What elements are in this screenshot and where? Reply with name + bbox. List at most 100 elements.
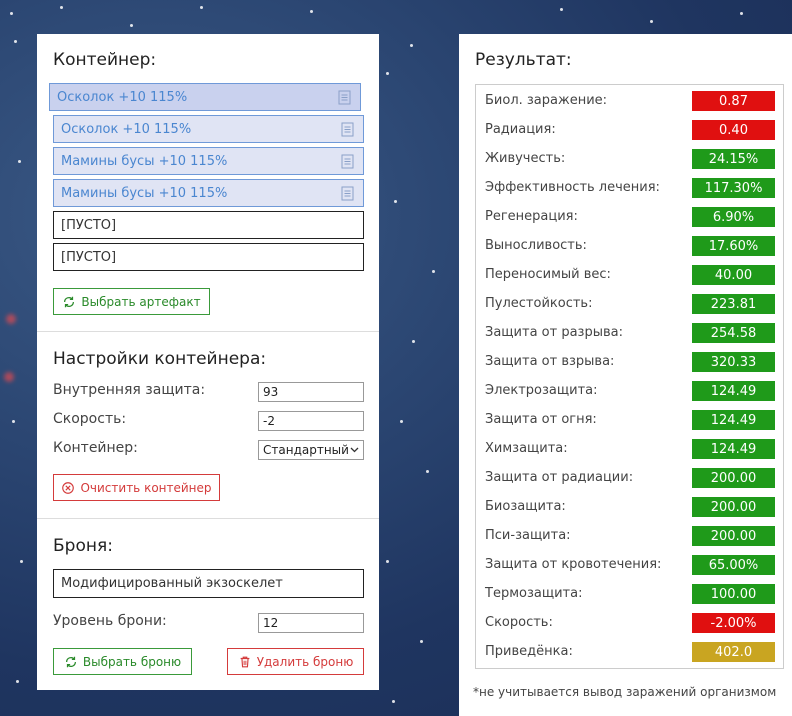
result-value-badge: 65.00% [692, 555, 775, 575]
result-row: Регенерация: 6.90% [476, 203, 783, 232]
result-row-label: Биол. заражение: [485, 93, 608, 108]
choose-armor-label: Выбрать броню [82, 654, 182, 669]
artifact-slot-label: Осколок +10 115% [61, 121, 192, 137]
delete-armor-label: Удалить броню [256, 654, 354, 669]
artifact-slot-3[interactable]: Мамины бусы +10 115% [53, 147, 364, 175]
artifact-slot-label: Осколок +10 115% [57, 89, 188, 105]
document-icon[interactable] [341, 186, 354, 201]
result-row-label: Эффективность лечения: [485, 180, 660, 195]
result-value-badge: 402.0 [692, 642, 775, 662]
result-row-label: Химзащита: [485, 441, 568, 456]
artifact-slot-label: [ПУСТО] [61, 249, 117, 265]
result-row-label: Пси-защита: [485, 528, 571, 543]
result-row-label: Защита от взрыва: [485, 354, 615, 369]
artifact-slot-label: [ПУСТО] [61, 217, 117, 233]
result-value-badge: 40.00 [692, 265, 775, 285]
document-icon[interactable] [341, 154, 354, 169]
result-list: Биол. заражение: 0.87 Радиация: 0.40 Живучес… [475, 84, 784, 669]
result-value-badge: 200.00 [692, 468, 775, 488]
clear-container-button[interactable]: Очистить контейнер [53, 474, 220, 501]
result-value-badge: 117.30% [692, 178, 775, 198]
result-row: Скорость: -2.00% [476, 609, 783, 638]
result-row: Термозащита: 100.00 [476, 580, 783, 609]
result-note: *не учитывается вывод заражений организм… [473, 685, 777, 699]
speed-label: Скорость: [53, 411, 127, 427]
armor-title: Броня: [53, 536, 113, 556]
result-row-label: Пулестойкость: [485, 296, 593, 311]
result-value-badge: 200.00 [692, 526, 775, 546]
result-row-label: Переносимый вес: [485, 267, 611, 282]
result-row: Радиация: 0.40 [476, 116, 783, 145]
result-row: Приведёнка: 402.0 [476, 638, 783, 667]
delete-armor-button[interactable]: Удалить броню [227, 648, 364, 675]
artifact-slot-label: Мамины бусы +10 115% [61, 153, 228, 169]
result-row-label: Радиация: [485, 122, 556, 137]
divider [37, 331, 379, 332]
armor-level-label: Уровень брони: [53, 613, 167, 629]
container-title: Контейнер: [53, 50, 157, 70]
result-row: Пулестойкость: 223.81 [476, 290, 783, 319]
choose-armor-button[interactable]: Выбрать броню [53, 648, 192, 675]
inner-protection-input[interactable] [258, 382, 364, 402]
result-value-badge: 6.90% [692, 207, 775, 227]
armor-name-field[interactable]: Модифицированный экзоскелет [53, 569, 364, 598]
result-panel: Результат: Биол. заражение: 0.87 Радиация:… [459, 34, 792, 716]
document-icon[interactable] [338, 90, 351, 105]
container-type-label: Контейнер: [53, 440, 138, 456]
result-title: Результат: [475, 50, 572, 70]
result-row: Защита от взрыва: 320.33 [476, 348, 783, 377]
result-row: Защита от огня: 124.49 [476, 406, 783, 435]
artifact-slot-4[interactable]: Мамины бусы +10 115% [53, 179, 364, 207]
speed-input[interactable] [258, 411, 364, 431]
result-row: Пси-защита: 200.00 [476, 522, 783, 551]
trash-icon [240, 656, 250, 667]
refresh-icon [64, 296, 75, 307]
result-row-label: Защита от кровотечения: [485, 557, 662, 572]
result-row: Химзащита: 124.49 [476, 435, 783, 464]
result-row: Защита от радиации: 200.00 [476, 464, 783, 493]
result-row: Выносливость: 17.60% [476, 232, 783, 261]
artifact-slot-5[interactable]: [ПУСТО] [53, 211, 364, 239]
artifact-slot-label: Мамины бусы +10 115% [61, 185, 228, 201]
result-row-label: Защита от разрыва: [485, 325, 623, 340]
result-row-label: Живучесть: [485, 151, 566, 166]
result-value-badge: 124.49 [692, 381, 775, 401]
result-row: Эффективность лечения: 117.30% [476, 174, 783, 203]
result-value-badge: 124.49 [692, 410, 775, 430]
container-panel: Контейнер: Осколок +10 115% Осколок +10 … [37, 34, 379, 690]
choose-artifact-label: Выбрать артефакт [81, 294, 201, 309]
armor-name: Модифицированный экзоскелет [61, 576, 283, 591]
container-settings-title: Настройки контейнера: [53, 349, 267, 369]
result-row: Живучесть: 24.15% [476, 145, 783, 174]
result-row: Защита от кровотечения: 65.00% [476, 551, 783, 580]
container-type-value: Стандартный [263, 443, 349, 457]
artifact-slot-6[interactable]: [ПУСТО] [53, 243, 364, 271]
choose-artifact-button[interactable]: Выбрать артефакт [53, 288, 210, 315]
armor-level-input[interactable] [258, 613, 364, 633]
result-row: Защита от разрыва: 254.58 [476, 319, 783, 348]
artifact-slot-1[interactable]: Осколок +10 115% [49, 83, 361, 111]
result-row-label: Приведёнка: [485, 644, 573, 659]
result-row-label: Защита от огня: [485, 412, 597, 427]
result-value-badge: 0.40 [692, 120, 775, 140]
refresh-icon [65, 656, 76, 667]
result-row: Переносимый вес: 40.00 [476, 261, 783, 290]
result-value-badge: 24.15% [692, 149, 775, 169]
result-value-badge: 223.81 [692, 294, 775, 314]
result-value-badge: 254.58 [692, 323, 775, 343]
result-value-badge: 17.60% [692, 236, 775, 256]
result-row-label: Выносливость: [485, 238, 587, 253]
artifact-slot-2[interactable]: Осколок +10 115% [53, 115, 364, 143]
result-row-label: Скорость: [485, 615, 553, 630]
result-value-badge: 124.49 [692, 439, 775, 459]
inner-protection-label: Внутренняя защита: [53, 382, 206, 398]
divider [37, 518, 379, 519]
document-icon[interactable] [341, 122, 354, 137]
result-value-badge: 200.00 [692, 497, 775, 517]
result-row-label: Термозащита: [485, 586, 583, 601]
result-value-badge: 0.87 [692, 91, 775, 111]
container-type-select[interactable]: Стандартный [258, 440, 364, 460]
close-circle-icon [62, 481, 75, 494]
chevron-down-icon [350, 447, 359, 453]
result-value-badge: 320.33 [692, 352, 775, 372]
